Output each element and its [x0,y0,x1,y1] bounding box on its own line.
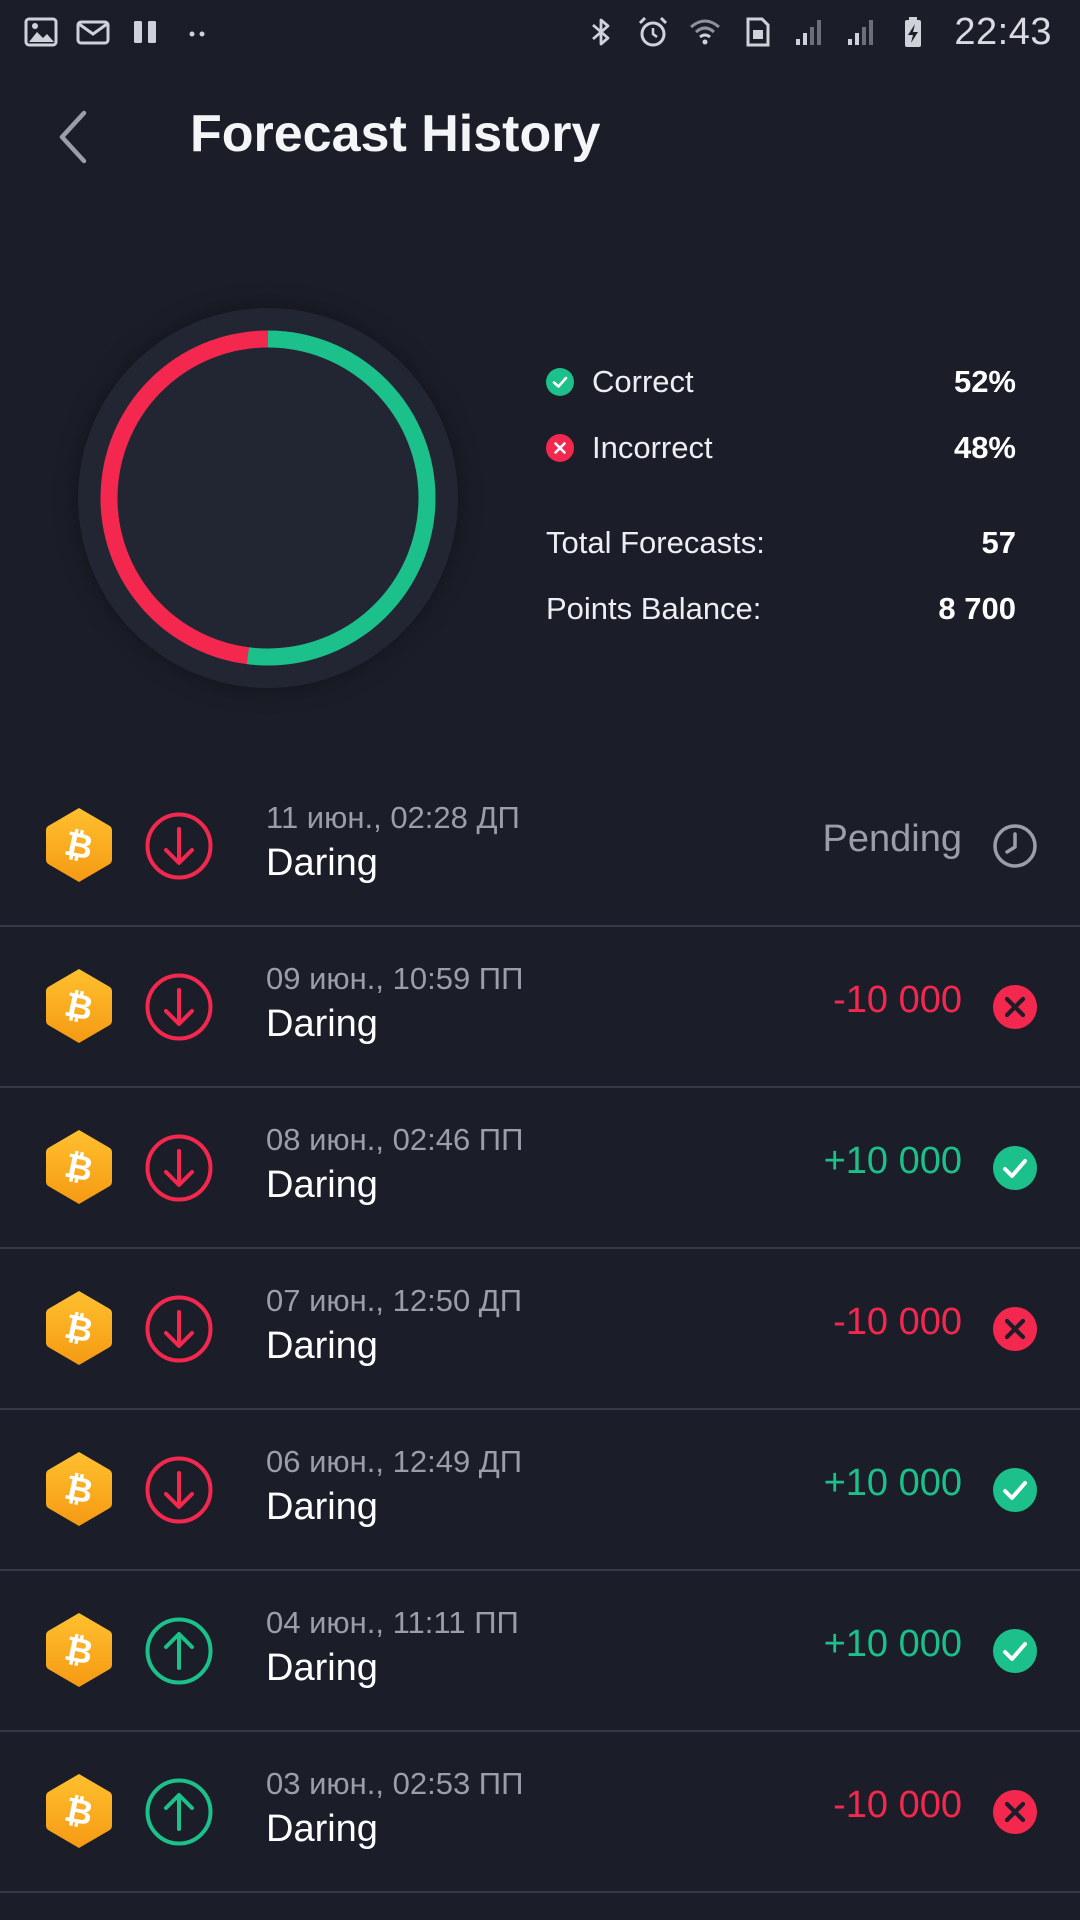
header: Forecast History [0,90,1080,182]
total-forecasts-label: Total Forecasts: [546,525,765,560]
bitcoin-icon: ₿ [44,1450,114,1528]
arrow-up-circle-icon [144,1616,214,1686]
check-circle-icon [992,1628,1038,1674]
signal-icon [792,15,826,49]
forecast-amount: +10 000 [823,1140,962,1182]
forecast-amount: +10 000 [823,1623,962,1665]
chevron-left-icon [59,110,87,164]
total-forecasts-value: 57 [981,525,1016,560]
correct-label: Correct [592,364,694,399]
forecast-name: Daring [266,1647,378,1689]
arrow-down-circle-icon [144,1133,214,1203]
forecast-date: 06 июн., 12:49 ДП [266,1444,523,1479]
bitcoin-icon: ₿ [44,1128,114,1206]
arrow-down-circle-icon [144,972,214,1042]
x-circle-icon [992,984,1038,1030]
check-circle-icon [992,1467,1038,1513]
status-bar: 22:43 [0,0,1080,64]
forecast-date: 03 июн., 02:53 ПП [266,1766,524,1801]
bitcoin-icon: ₿ [44,1772,114,1850]
forecast-name: Daring [266,1486,378,1528]
arrow-up-circle-icon [144,1777,214,1847]
x-circle-icon [992,1789,1038,1835]
page-title: Forecast History [190,105,601,163]
x-circle-icon [546,434,574,462]
forecast-date: 08 июн., 02:46 ПП [266,1122,524,1157]
forecast-date: 04 июн., 11:11 ПП [266,1605,519,1640]
accuracy-donut-chart [78,308,458,688]
forecast-amount: -10 000 [833,1784,962,1826]
status-bar-left [24,15,214,49]
forecast-row[interactable]: ₿ 09 июн., 10:59 ПП Daring -10 000 [0,927,1080,1088]
forecast-name: Daring [266,1003,378,1045]
points-balance-value: 8 700 [938,591,1016,626]
status-bar-right: 22:43 [584,11,1052,54]
forecast-date: 09 июн., 10:59 ПП [266,961,524,996]
check-circle-icon [992,1145,1038,1191]
x-circle-icon [992,1306,1038,1352]
forecast-list: ₿ 11 июн., 02:28 ДП Daring Pending ₿ 09 … [0,766,1080,1893]
forecast-row[interactable]: ₿ 08 июн., 02:46 ПП Daring +10 000 [0,1088,1080,1249]
forecast-name: Daring [266,1164,378,1206]
status-time: 22:43 [954,10,1052,53]
stat-correct: Correct 52% [546,360,1016,404]
forecast-row[interactable]: ₿ 06 июн., 12:49 ДП Daring +10 000 [0,1410,1080,1571]
points-balance-label: Points Balance: [546,591,762,626]
bluetooth-icon [584,15,618,49]
forecast-row[interactable]: ₿ 11 июн., 02:28 ДП Daring Pending [0,766,1080,927]
forecast-row[interactable]: ₿ 04 июн., 11:11 ПП Daring +10 000 [0,1571,1080,1732]
battery-charging-icon [896,15,930,49]
clock-icon [992,823,1038,869]
incorrect-value: 48% [953,430,1016,465]
forecast-amount: Pending [822,818,962,860]
bitcoin-icon: ₿ [44,1289,114,1367]
mail-icon [76,15,110,49]
alarm-icon [636,15,670,49]
forecast-amount: -10 000 [833,979,962,1021]
signal-icon [844,15,878,49]
bitcoin-icon: ₿ [44,1611,114,1689]
arrow-down-circle-icon [144,811,214,881]
forecast-amount: +10 000 [823,1462,962,1504]
stat-points-balance: Points Balance: 8 700 [546,587,1016,631]
stat-total-forecasts: Total Forecasts: 57 [546,521,1016,565]
correct-value: 52% [953,364,1016,399]
incorrect-label: Incorrect [592,430,713,465]
summary-panel: Correct 52% Incorrect 48% Total Forecast… [0,300,1080,690]
stat-incorrect: Incorrect 48% [546,426,1016,470]
forecast-date: 07 июн., 12:50 ДП [266,1283,523,1318]
sim-icon [740,15,774,49]
arrow-down-circle-icon [144,1294,214,1364]
forecast-row[interactable]: ₿ 03 июн., 02:53 ПП Daring -10 000 [0,1732,1080,1893]
gallery-icon [24,15,58,49]
more-dots-icon [180,15,214,49]
donut-incorrect-arc [100,330,436,666]
pause-icon [128,15,162,49]
bitcoin-icon: ₿ [44,806,114,884]
back-button[interactable] [42,102,102,172]
forecast-amount: -10 000 [833,1301,962,1343]
forecast-name: Daring [266,1325,378,1367]
wifi-icon [688,15,722,49]
forecast-name: Daring [266,1808,378,1850]
forecast-name: Daring [266,842,378,884]
arrow-down-circle-icon [144,1455,214,1525]
check-circle-icon [546,368,574,396]
forecast-row[interactable]: ₿ 07 июн., 12:50 ДП Daring -10 000 [0,1249,1080,1410]
bitcoin-icon: ₿ [44,967,114,1045]
forecast-date: 11 июн., 02:28 ДП [266,800,520,835]
